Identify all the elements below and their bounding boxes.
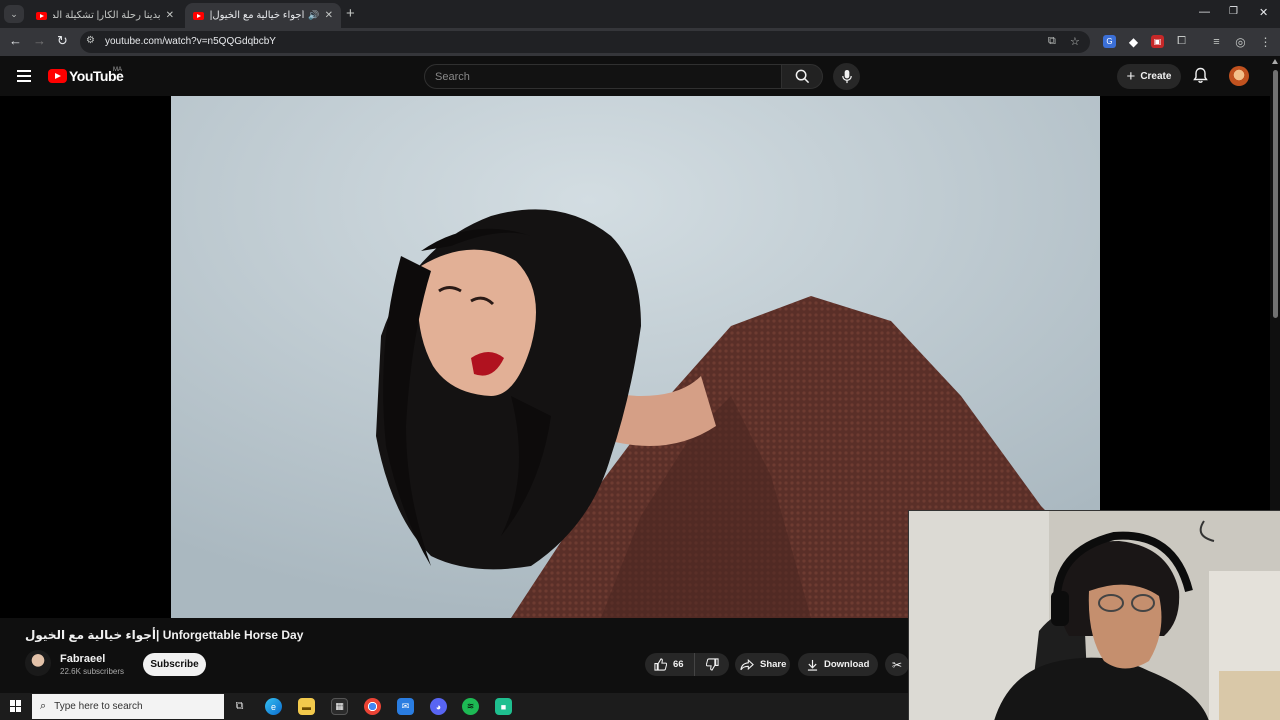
microphone-icon [841, 69, 852, 84]
extensions-puzzle-icon[interactable]: ⧠ [1175, 35, 1188, 48]
red-extension-icon[interactable]: ▣ [1151, 35, 1164, 48]
youtube-favicon-icon [36, 11, 47, 20]
window-close-icon[interactable]: ✕ [1259, 6, 1268, 19]
search-placeholder: Search [435, 71, 470, 83]
diamond-extension-icon[interactable]: ◆ [1127, 35, 1140, 49]
task-view-icon[interactable]: ⧉ [231, 698, 248, 715]
site-info-icon[interactable]: ⚙ [86, 35, 95, 46]
notifications-bell-icon[interactable] [1193, 67, 1208, 89]
profile-icon[interactable]: ◎ [1234, 35, 1247, 49]
browser-toolbar: ← → ↻ ⚙ youtube.com/watch?v=n5QQGdqbcbY … [0, 28, 1280, 56]
taskbar-search-placeholder: Type here to search [54, 701, 143, 712]
tab-title: بدينا رحلة الكار| تشكيلة المنتخب [53, 10, 161, 21]
media-control-icon[interactable]: ≡ [1210, 35, 1223, 48]
create-button[interactable]: + Create [1117, 64, 1181, 89]
share-label: Share [760, 659, 787, 670]
share-button[interactable]: Share [735, 653, 790, 676]
browser-tab-inactive[interactable]: بدينا رحلة الكار| تشكيلة المنتخب ✕ [28, 3, 182, 28]
like-button[interactable]: 66 [645, 653, 695, 676]
user-avatar[interactable] [1229, 66, 1249, 86]
webcam-feed-image [909, 511, 1280, 720]
tab-search-button[interactable]: ⌄ [4, 5, 24, 23]
page-scrollbar[interactable] [1270, 56, 1280, 510]
subscriber-count: 22.6K subscribers [60, 667, 125, 676]
browser-tab-strip: ⌄ بدينا رحلة الكار| تشكيلة المنتخب ✕ أجو… [0, 0, 1280, 28]
download-icon [807, 659, 818, 671]
search-icon [795, 69, 809, 84]
share-arrow-icon [740, 658, 754, 670]
audio-playing-icon[interactable]: 🔊 [308, 10, 319, 21]
minimize-icon[interactable]: — [1199, 6, 1210, 18]
webcam-overlay [908, 510, 1280, 720]
tab-close-icon[interactable]: ✕ [325, 10, 333, 21]
search-button[interactable] [781, 64, 823, 89]
restore-icon[interactable]: ❐ [1229, 6, 1238, 17]
menu-hamburger-icon[interactable] [17, 70, 31, 82]
download-label: Download [824, 659, 870, 670]
browser-tab-active[interactable]: أجواء خيالية مع الخيول| YouTube 🔊 ✕ [185, 3, 341, 28]
scroll-up-arrow-icon[interactable] [1272, 59, 1278, 64]
discord-icon[interactable]: ◕ [430, 698, 447, 715]
chrome-browser-icon[interactable] [364, 698, 381, 715]
youtube-logo-icon[interactable] [48, 69, 67, 83]
video-title: أجواء خيالية مع الخيول| Unforgettable Ho… [25, 628, 304, 642]
thumbs-up-icon [654, 658, 667, 671]
address-bar[interactable]: ⚙ youtube.com/watch?v=n5QQGdqbcbY ⧉ ☆ [80, 31, 1090, 53]
bookmark-star-icon[interactable]: ☆ [1070, 35, 1080, 48]
back-icon[interactable]: ← [9, 33, 22, 48]
edge-browser-icon[interactable]: e [265, 698, 282, 715]
plus-icon: + [1126, 68, 1136, 85]
tab-title: أجواء خيالية مع الخيول| YouTube [210, 10, 305, 21]
dislike-button[interactable] [695, 658, 729, 671]
scrollbar-thumb[interactable] [1273, 70, 1278, 318]
new-tab-icon[interactable]: + [346, 5, 355, 22]
subscribe-button[interactable]: Subscribe [143, 653, 206, 676]
microsoft-store-icon[interactable]: ▦ [331, 698, 348, 715]
mail-app-icon[interactable]: ✉ [397, 698, 414, 715]
chrome-menu-icon[interactable]: ⋮ [1259, 35, 1272, 49]
windows-start-icon[interactable] [10, 700, 22, 712]
clip-button[interactable]: ✂ [885, 653, 909, 676]
scissors-icon: ✂ [891, 657, 903, 672]
forward-icon[interactable]: → [33, 33, 46, 48]
channel-name[interactable]: Fabraeel [60, 653, 105, 665]
translate-extension-icon[interactable]: G [1103, 35, 1116, 48]
taskbar-search-input[interactable]: ⌕ Type here to search [32, 694, 224, 719]
like-dislike-group: 66 [645, 653, 729, 676]
app-green-icon[interactable]: ■ [495, 698, 512, 715]
youtube-masthead: YouTube MA Search + Create [0, 56, 1280, 96]
download-button[interactable]: Download [798, 653, 878, 676]
tab-close-icon[interactable]: ✕ [166, 10, 174, 21]
search-input[interactable]: Search [424, 64, 782, 89]
reload-icon[interactable]: ↻ [57, 33, 68, 49]
voice-search-button[interactable] [833, 63, 860, 90]
file-explorer-icon[interactable]: ▬ [298, 698, 315, 715]
search-icon: ⌕ [40, 700, 47, 712]
install-app-icon[interactable]: ⧉ [1048, 35, 1056, 48]
create-label: Create [1140, 71, 1172, 82]
country-code: MA [113, 67, 122, 73]
youtube-favicon-icon [193, 11, 204, 20]
thumbs-down-icon [705, 658, 719, 671]
address-url[interactable]: youtube.com/watch?v=n5QQGdqbcbY [105, 36, 276, 47]
like-count: 66 [673, 659, 684, 670]
windows-taskbar: ⌕ Type here to search ⧉ e ▬ ▦ ✉ ◕ ≋ ■ [0, 693, 908, 720]
channel-avatar[interactable] [25, 650, 51, 676]
spotify-icon[interactable]: ≋ [462, 698, 479, 715]
